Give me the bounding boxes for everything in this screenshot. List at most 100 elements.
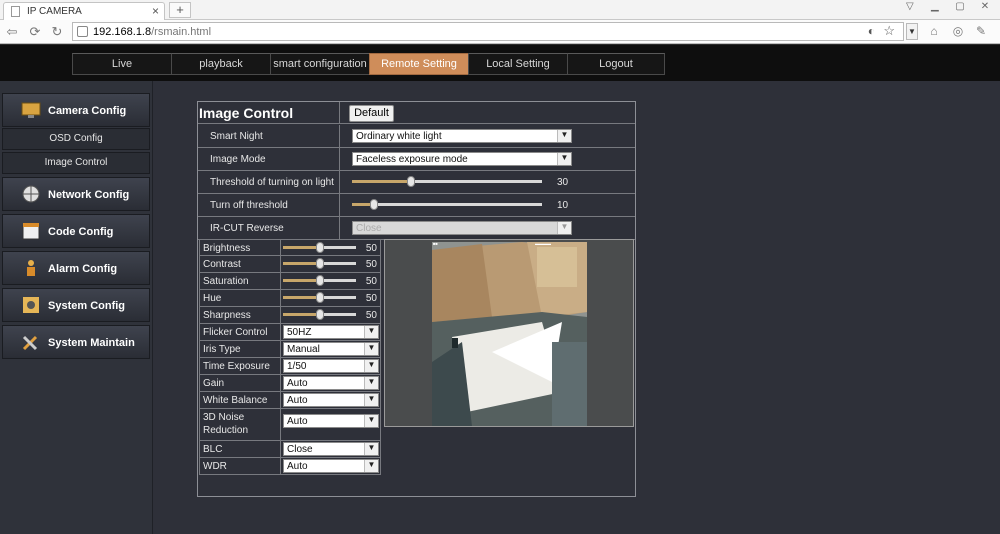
gear-icon — [23, 297, 39, 313]
row-brightness: Brightness 50 — [199, 239, 381, 256]
default-button[interactable]: Default — [349, 105, 394, 122]
divider — [280, 290, 281, 306]
saturation-label: Saturation — [203, 276, 249, 287]
sidebar-item-alarm-config[interactable]: Alarm Config — [2, 251, 150, 285]
ircut-label: IR-CUT Reverse — [210, 223, 284, 234]
maximize-icon[interactable]: ▢ — [951, 1, 969, 15]
image-mode-select[interactable]: Faceless exposure mode ▼ — [352, 152, 572, 166]
threshold-off-slider[interactable] — [352, 199, 542, 211]
exposure-select[interactable]: 1/50 ▼ — [283, 359, 379, 373]
exposure-value: 1/50 — [287, 361, 307, 372]
white-balance-select[interactable]: Auto ▼ — [283, 393, 379, 407]
sharpness-slider[interactable] — [283, 309, 356, 321]
flicker-select[interactable]: 50HZ ▼ — [283, 325, 379, 339]
nav-live[interactable]: Live — [72, 53, 172, 75]
slider-fill — [283, 279, 320, 282]
tools-icon[interactable]: ✎ — [973, 24, 989, 40]
osd-timestamp: ▬▬▬▬ — [535, 241, 551, 246]
panel-header: Image Control Default — [198, 102, 635, 124]
threshold-on-label: Threshold of turning on light — [210, 177, 334, 188]
sidebar-item-label: Code Config — [48, 226, 114, 238]
slider-thumb[interactable] — [370, 199, 378, 210]
chevron-down-icon: ▼ — [364, 360, 378, 372]
tab-close-icon[interactable]: × — [152, 4, 159, 18]
sidebar-item-system-config[interactable]: System Config — [2, 288, 150, 322]
sidebar-item-network-config[interactable]: Network Config — [2, 177, 150, 211]
camera-frame-image — [432, 242, 587, 426]
iris-select[interactable]: Manual ▼ — [283, 342, 379, 356]
nav-smart-configuration[interactable]: smart configuration — [270, 53, 370, 75]
row-saturation: Saturation 50 — [199, 273, 381, 290]
slider-thumb[interactable] — [316, 258, 324, 269]
home-icon[interactable]: ⌂ — [926, 24, 942, 40]
settings-icon[interactable]: ◎ — [950, 24, 966, 40]
chevron-down-icon: ▼ — [364, 326, 378, 338]
flicker-label: Flicker Control — [203, 327, 268, 338]
back-icon[interactable]: ⇦ — [4, 24, 20, 40]
nav-logout[interactable]: Logout — [567, 53, 665, 75]
sidebar-item-osd-config[interactable]: OSD Config — [2, 128, 150, 150]
noise-reduction-select[interactable]: Auto ▼ — [283, 414, 379, 428]
row-threshold-off: Turn off threshold 10 — [198, 194, 635, 217]
refresh-icon[interactable]: ↻ — [49, 24, 65, 40]
chevron-down-icon: ▼ — [364, 343, 378, 355]
chevron-down-icon: ▼ — [364, 377, 378, 389]
divider — [339, 171, 340, 194]
nav-playback[interactable]: playback — [171, 53, 271, 75]
nav-local-setting[interactable]: Local Setting — [468, 53, 568, 75]
smart-night-select[interactable]: Ordinary white light ▼ — [352, 129, 572, 143]
forward-icon[interactable]: ⟳ — [27, 24, 43, 40]
blc-select[interactable]: Close ▼ — [283, 442, 379, 456]
sidebar-item-image-control[interactable]: Image Control — [2, 152, 150, 174]
close-window-icon[interactable]: ✕ — [976, 1, 994, 15]
sidebar-item-system-maintain[interactable]: System Maintain — [2, 325, 150, 359]
page-title: Image Control — [199, 105, 294, 121]
divider — [280, 307, 281, 323]
slider-thumb[interactable] — [316, 275, 324, 286]
brightness-value: 50 — [365, 243, 377, 254]
slider-fill — [283, 262, 320, 265]
url-input[interactable]: 192.168.1.8/rsmain.html ◐ ☆ — [72, 22, 904, 41]
threshold-on-slider[interactable] — [352, 176, 542, 188]
saturation-value: 50 — [365, 276, 377, 287]
compat-view-icon[interactable]: ◐ — [868, 24, 875, 38]
user-icon[interactable]: ▽ — [901, 1, 919, 15]
site-info-icon[interactable] — [77, 26, 88, 37]
minimize-icon[interactable]: ▁ — [926, 1, 944, 15]
tools-wrench-icon — [22, 335, 38, 351]
sidebar-item-label: Alarm Config — [48, 263, 118, 275]
saturation-slider[interactable] — [283, 275, 356, 287]
ircut-value: Close — [356, 223, 382, 234]
sidebar: Camera Config OSD Config Image Control N… — [0, 81, 153, 534]
image-mode-label: Image Mode — [210, 154, 266, 165]
gain-select[interactable]: Auto ▼ — [283, 376, 379, 390]
url-text: 192.168.1.8/rsmain.html — [93, 26, 211, 38]
hue-value: 50 — [365, 293, 377, 304]
new-tab-button[interactable]: + — [169, 2, 191, 18]
gain-value: Auto — [287, 378, 308, 389]
slider-thumb[interactable] — [316, 242, 324, 253]
slider-thumb[interactable] — [316, 309, 324, 320]
slider-thumb[interactable] — [316, 292, 324, 303]
url-dropdown-icon[interactable]: ▼ — [906, 23, 918, 40]
chevron-down-icon: ▼ — [364, 394, 378, 406]
wdr-select[interactable]: Auto ▼ — [283, 459, 379, 473]
blc-value: Close — [287, 444, 313, 455]
bookmark-star-icon[interactable]: ☆ — [883, 23, 895, 39]
brightness-slider[interactable] — [283, 242, 356, 254]
row-blc: BLC Close ▼ — [199, 441, 381, 458]
slider-thumb[interactable] — [407, 176, 415, 187]
contrast-slider[interactable] — [283, 258, 356, 270]
ircut-select[interactable]: Close ▼ — [352, 221, 572, 235]
sidebar-item-code-config[interactable]: Code Config — [2, 214, 150, 248]
white-balance-label: White Balance — [203, 395, 268, 406]
wdr-label: WDR — [203, 461, 227, 472]
nav-remote-setting[interactable]: Remote Setting — [369, 53, 469, 75]
hue-slider[interactable] — [283, 292, 356, 304]
slider-fill — [283, 313, 320, 316]
sidebar-item-camera-config[interactable]: Camera Config — [2, 93, 150, 127]
flicker-value: 50HZ — [287, 327, 312, 338]
browser-tab[interactable]: IP CAMERA × — [3, 2, 165, 20]
slider-fill — [283, 246, 320, 249]
iris-label: Iris Type — [203, 344, 241, 355]
